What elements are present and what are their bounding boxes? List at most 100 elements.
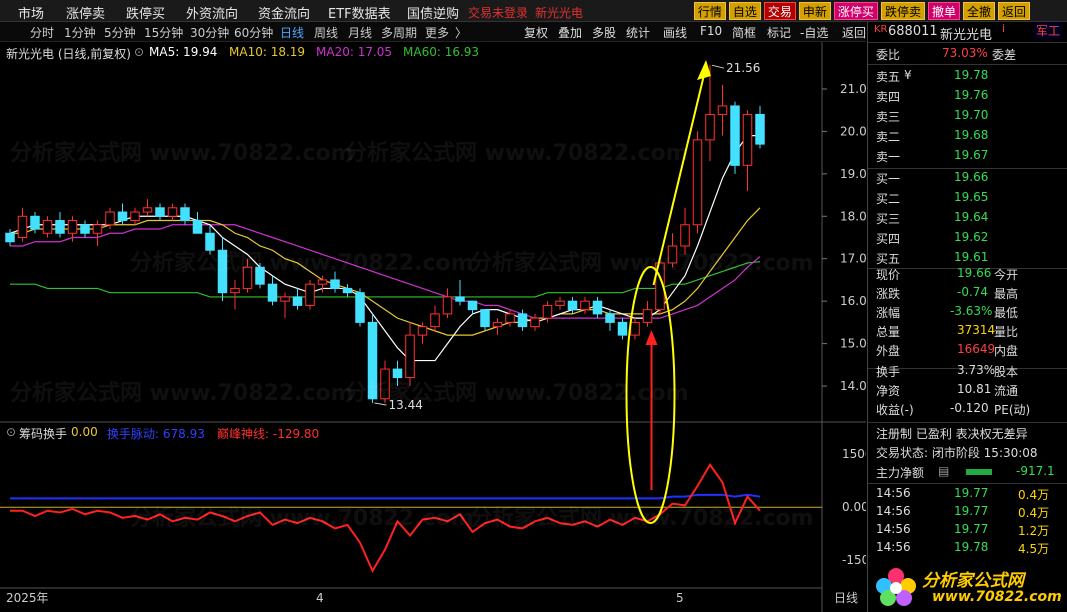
stat-label: 涨幅: [876, 306, 901, 320]
ask-level-label: 卖一: [876, 150, 901, 164]
stat-value: 10.81: [957, 382, 992, 396]
wei-bi-value: 73.03%: [942, 46, 988, 60]
indicator-blue-line: [10, 493, 761, 500]
candle-body: [30, 215, 40, 230]
candle-body: [217, 249, 228, 294]
ask-level-label: 卖五: [876, 70, 901, 84]
stat-value: 37314: [957, 323, 996, 337]
info-icon[interactable]: i: [1002, 22, 1005, 35]
logo-url: www.70822.com: [932, 589, 1062, 605]
candle-body: [142, 207, 153, 213]
candle-body: [705, 113, 715, 141]
stat-label-2: 今开: [994, 268, 1019, 282]
high-marker-line: [711, 64, 725, 69]
candle-body: [642, 309, 653, 323]
back-button[interactable]: 返回: [997, 2, 1030, 20]
stat-value: -3.63%: [950, 304, 993, 318]
cancel-order-button[interactable]: 撤单: [927, 2, 960, 20]
indicator-name: 筹码换手: [19, 427, 68, 441]
candle-body: [505, 313, 515, 323]
tick-volume: 0.4万: [1018, 488, 1050, 502]
candlestick-chart[interactable]: 21.00 20.00 19.00 18.00 17.00 16.00 15.00 14.00…: [0, 0, 866, 612]
indicator-axis-label: 1500: [842, 447, 866, 461]
ask-level-price: 19.76: [954, 88, 989, 102]
net-flow-icon[interactable]: ▤: [938, 464, 949, 478]
candle-body: [105, 211, 115, 226]
trade-state: 交易状态: 闭市阶段 15:30:08: [876, 446, 1038, 460]
candle-body: [330, 279, 340, 289]
candle-body: [605, 313, 615, 323]
indicator-v2: 换手脉动: 678.93: [107, 427, 205, 441]
candle-body: [517, 313, 528, 328]
stat-value: 16649: [957, 342, 996, 356]
tick-time: 14:56: [876, 522, 911, 536]
bid-level-label: 买四: [876, 232, 901, 246]
candle-body: [17, 215, 28, 238]
stat-value: 3.73%: [957, 363, 996, 377]
limit-down-sell-button[interactable]: 跌停卖: [880, 2, 925, 20]
stat-value: -0.120: [950, 401, 989, 415]
site-logo: 分析家公式网 www.70822.com: [872, 564, 1062, 608]
stock-code: 688011: [888, 24, 938, 39]
bottom-period-label: 日线: [834, 591, 858, 605]
stat-label: 收益(-): [876, 403, 914, 417]
quote-panel: KR 688011 新光光电 i 军工 委比 73.03% 委差 卖五 ¥19.7…: [867, 22, 1067, 612]
ma5-line: [9, 135, 760, 362]
ask-level-price: 19.70: [954, 108, 989, 122]
candle-body: [430, 313, 440, 328]
logo-text: 分析家公式网: [922, 571, 1024, 591]
kr-tag: KR: [874, 24, 888, 35]
candle-body: [617, 321, 628, 336]
candle-body: [80, 224, 90, 234]
cancel-all-button[interactable]: 全撤: [962, 2, 995, 20]
candle-body: [692, 139, 703, 226]
stat-value: -0.74: [957, 285, 989, 299]
indicator-toggle-icon[interactable]: ⊙: [6, 425, 16, 439]
bid-level-price: 19.64: [954, 210, 989, 224]
tick-volume: 1.2万: [1018, 524, 1050, 538]
bid-level-price: 19.66: [954, 170, 989, 184]
candle-body: [130, 211, 140, 222]
candle-body: [67, 220, 78, 234]
candle-body: [367, 321, 378, 400]
ask-level-price: 19.67: [954, 148, 989, 162]
yellow-arrow-head: [697, 60, 711, 80]
net-flow-label: 主力净额: [876, 466, 925, 480]
indicator-axis-label: 0.00: [842, 500, 866, 514]
stat-label-2: 内盘: [994, 344, 1019, 358]
tick-volume: 0.4万: [1018, 506, 1050, 520]
candle-body: [205, 232, 215, 251]
candle-body: [717, 105, 728, 115]
candle-body: [755, 113, 765, 145]
price-axis-label: 15.00: [840, 337, 866, 351]
time-axis-label: 2025年: [6, 591, 49, 605]
tick-volume: 4.5万: [1018, 542, 1050, 556]
stat-label: 现价: [876, 268, 901, 282]
registration-info: 注册制 已盈利 表决权无差异: [876, 427, 1028, 441]
candle-body: [255, 266, 265, 285]
tick-price: 19.77: [954, 504, 989, 518]
candle-body: [42, 220, 53, 234]
tick-price: 19.78: [954, 540, 989, 554]
price-axis-label: 16.00: [840, 294, 866, 308]
stat-label-2: 量比: [994, 325, 1019, 339]
candle-body: [667, 245, 678, 264]
price-axis-label: 19.00: [840, 167, 866, 181]
time-axis-label: 5: [676, 591, 684, 605]
ask-level-label: 卖二: [876, 130, 901, 144]
candle-body: [380, 368, 390, 400]
net-flow-bar: [966, 469, 992, 475]
candle-body: [55, 220, 65, 234]
tick-price: 19.77: [954, 486, 989, 500]
bid-level-price: 19.61: [954, 250, 989, 264]
sector-tag[interactable]: 军工: [1034, 22, 1063, 39]
stat-label: 涨跌: [876, 287, 901, 301]
price-axis-label: 21.00: [840, 82, 866, 96]
stat-label: 总量: [876, 325, 901, 339]
bid-level-label: 买三: [876, 212, 901, 226]
stat-label-2: PE(动): [994, 403, 1031, 417]
wei-bi-label: 委比: [876, 48, 901, 62]
tick-time: 14:56: [876, 540, 911, 554]
candle-body: [630, 321, 640, 336]
flower-logo-icon: [876, 568, 916, 606]
